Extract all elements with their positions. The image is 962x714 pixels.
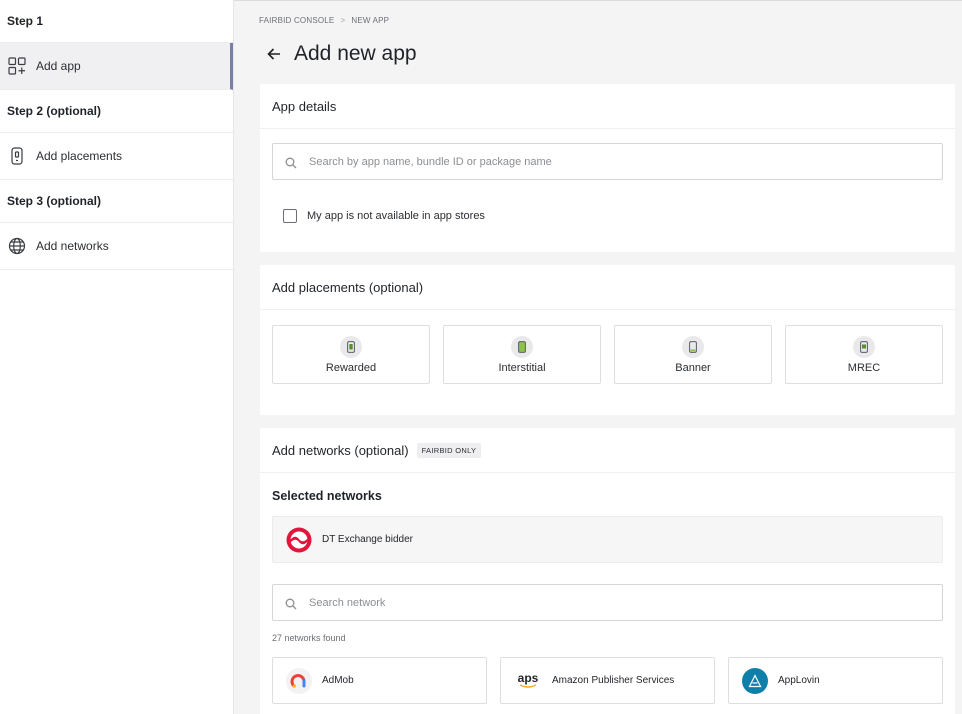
phone-icon: [511, 335, 533, 358]
not-in-store-label: My app is not available in app stores: [307, 210, 485, 222]
search-icon: [285, 597, 297, 609]
networks-count: 27 networks found: [272, 633, 346, 643]
networks-title: Add networks (optional): [272, 442, 409, 458]
breadcrumb-current: NEW APP: [351, 16, 390, 25]
selected-networks-title: Selected networks: [272, 489, 382, 503]
dt-exchange-logo-icon: [286, 527, 312, 553]
aps-logo-icon: aps: [514, 668, 542, 694]
search-icon: [285, 156, 297, 168]
admob-logo-icon: [286, 667, 312, 694]
apps-add-icon: [7, 56, 27, 76]
sidebar-item-add-placements[interactable]: Add placements: [0, 133, 233, 180]
placement-label: MREC: [847, 361, 881, 374]
placement-label: Banner: [675, 361, 711, 374]
app-details-card: App details Search by app name, bundle I…: [260, 84, 955, 252]
phone-icon: [853, 335, 875, 358]
placement-banner[interactable]: Banner: [614, 325, 772, 384]
network-card-admob[interactable]: AdMob: [272, 657, 487, 704]
selected-network-row[interactable]: DT Exchange bidder: [272, 516, 943, 563]
globe-icon: [7, 236, 27, 256]
applovin-logo-icon: [742, 667, 768, 694]
not-in-store-checkbox-row[interactable]: My app is not available in app stores: [283, 209, 485, 223]
placement-interstitial[interactable]: Interstitial: [443, 325, 601, 384]
breadcrumb-root[interactable]: FAIRBID CONSOLE: [259, 16, 334, 25]
step-3-heading: Step 3 (optional): [0, 180, 233, 223]
network-search-input[interactable]: Search network: [272, 584, 943, 621]
sidebar-item-label: Add app: [36, 59, 81, 73]
placements-card: Add placements (optional) Rewarded Inter…: [260, 265, 955, 415]
network-name: AdMob: [322, 675, 354, 686]
fairbid-only-badge: FAIRBID ONLY: [416, 442, 482, 458]
selected-network-name: DT Exchange bidder: [322, 534, 413, 545]
aps-logo-text: aps: [517, 671, 539, 685]
networks-header: Add networks (optional) FAIRBID ONLY: [260, 428, 955, 473]
step-1-heading: Step 1: [0, 0, 233, 43]
main-content: FAIRBID CONSOLE > NEW APP Add new app Ap…: [234, 0, 962, 714]
sidebar-item-label: Add networks: [36, 239, 109, 253]
back-arrow-icon[interactable]: [266, 46, 282, 62]
placement-label: Interstitial: [498, 361, 546, 374]
app-search-placeholder: Search by app name, bundle ID or package…: [309, 155, 552, 168]
phone-icon: [7, 146, 27, 166]
network-card-aps[interactable]: aps Amazon Publisher Services: [500, 657, 715, 704]
networks-card: Add networks (optional) FAIRBID ONLY Sel…: [260, 428, 955, 714]
placements-title: Add placements (optional): [260, 265, 955, 310]
phone-icon: [682, 335, 704, 358]
network-name: Amazon Publisher Services: [552, 675, 675, 686]
page-title: Add new app: [294, 42, 417, 65]
network-name: AppLovin: [778, 675, 820, 686]
app-search-input[interactable]: Search by app name, bundle ID or package…: [272, 143, 943, 180]
placement-label: Rewarded: [325, 361, 377, 374]
phone-icon: [340, 335, 362, 358]
not-in-store-checkbox[interactable]: [283, 209, 297, 223]
step-2-heading: Step 2 (optional): [0, 90, 233, 133]
sidebar-item-add-app[interactable]: Add app: [0, 43, 233, 90]
placement-rewarded[interactable]: Rewarded: [272, 325, 430, 384]
app-details-title: App details: [260, 84, 955, 129]
page-header: Add new app: [266, 42, 417, 66]
placement-mrec[interactable]: MREC: [785, 325, 943, 384]
sidebar: Step 1 Add app Step 2 (optional) Add pla…: [0, 0, 234, 714]
breadcrumb: FAIRBID CONSOLE > NEW APP: [259, 16, 389, 25]
sidebar-item-label: Add placements: [36, 149, 123, 163]
network-card-applovin[interactable]: AppLovin: [728, 657, 943, 704]
sidebar-item-add-networks[interactable]: Add networks: [0, 223, 233, 270]
network-search-placeholder: Search network: [309, 596, 386, 609]
breadcrumb-separator: >: [340, 16, 346, 25]
